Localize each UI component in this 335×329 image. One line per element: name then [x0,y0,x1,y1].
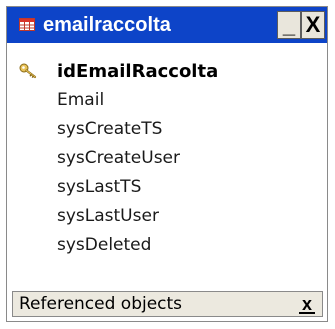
field-sysdeleted[interactable]: sysDeleted [7,231,327,260]
field-name: sysLastTS [57,177,142,197]
field-email[interactable]: Email [7,86,327,115]
field-name: sysCreateUser [57,148,181,168]
window-title: emailraccolta [43,14,171,36]
referenced-objects-bar[interactable]: Referenced objects x [12,291,323,317]
field-syslastts[interactable]: sysLastTS [7,173,327,202]
field-list: idEmailRaccolta Email sysCreateTS sysCre… [7,57,327,260]
field-syscreateuser[interactable]: sysCreateUser [7,144,327,173]
field-syscreatets[interactable]: sysCreateTS [7,115,327,144]
close-button[interactable]: X [301,11,325,39]
field-name: Email [57,90,105,110]
close-icon: X [305,12,321,37]
field-name: sysLastUser [57,206,159,226]
field-primary-key[interactable]: idEmailRaccolta [7,57,327,86]
field-syslastuser[interactable]: sysLastUser [7,202,327,231]
key-icon [19,63,37,79]
minimize-icon: _ [282,13,296,38]
referenced-objects-close-icon[interactable]: x [298,293,316,315]
field-name: idEmailRaccolta [57,61,219,82]
title-bar[interactable]: emailraccolta _ X [7,7,327,43]
field-name: sysCreateTS [57,119,163,139]
minimize-button[interactable]: _ [277,11,301,39]
entity-window: emailraccolta _ X idEmailRaccolta Email … [6,6,328,322]
table-icon [19,18,35,31]
referenced-objects-label: Referenced objects [19,294,183,314]
field-name: sysDeleted [57,235,152,255]
